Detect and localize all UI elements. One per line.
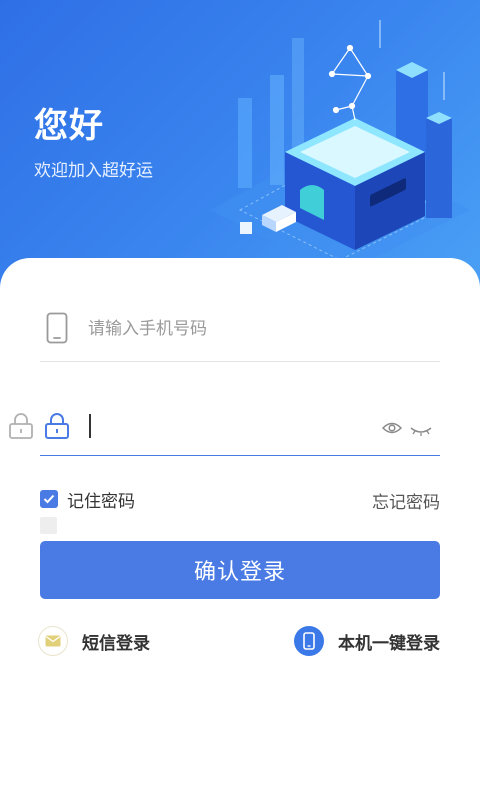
sms-login-label: 短信登录 [82,633,150,654]
lock-icon [8,412,34,444]
envelope-icon [38,626,68,656]
lock-icon [44,412,70,444]
forgot-password-link[interactable]: 忘记密码 [372,488,440,513]
phone-field[interactable] [40,300,440,362]
smartphone-icon [46,312,68,348]
sms-login-button[interactable]: 短信登录 [38,624,150,658]
onekey-login-label: 本机一键登录 [338,633,440,654]
confirm-login-button[interactable]: 确认登录 [40,541,440,599]
mobile-phone-icon [294,626,324,656]
eye-closed-icon[interactable] [410,422,432,441]
welcome-title: 您好 [34,106,104,146]
eye-icon[interactable] [381,420,403,439]
empty-checkbox-placeholder [40,517,57,534]
remember-password-label: 记住密码 [67,491,135,512]
remember-checkbox[interactable] [40,490,58,508]
checkmark-icon [43,494,55,504]
welcome-subtitle: 欢迎加入超好运 [34,161,153,181]
text-caret [89,414,91,438]
isometric-building-illustration [210,20,470,270]
hero-banner: 您好 欢迎加入超好运 [0,0,480,290]
password-field[interactable] [40,398,440,456]
remember-password-toggle[interactable]: 记住密码 [40,486,135,512]
phone-input[interactable] [88,314,428,344]
onekey-login-button[interactable]: 本机一键登录 [294,624,440,658]
